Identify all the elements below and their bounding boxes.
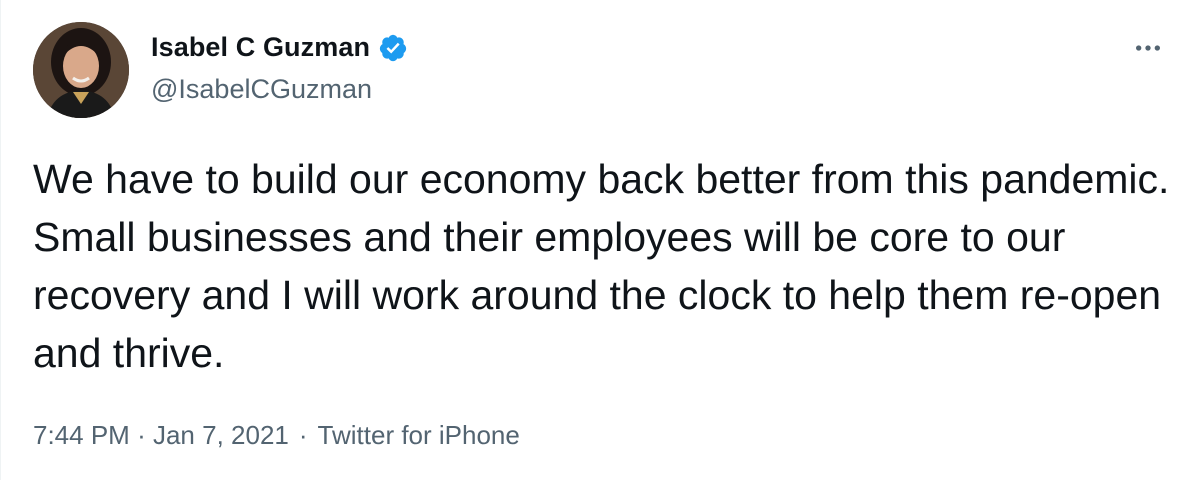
verified-badge-icon [378, 33, 408, 63]
tweet-metadata: 7:44 PM · Jan 7, 2021 · Twitter for iPho… [33, 420, 520, 451]
avatar-image [33, 22, 129, 118]
author-name-row: Isabel C Guzman [151, 32, 408, 63]
avatar[interactable] [33, 22, 129, 118]
tweet-time: 7:44 PM [33, 420, 130, 450]
tweet-date: Jan 7, 2021 [152, 420, 289, 450]
author-handle[interactable]: @IsabelCGuzman [151, 74, 372, 105]
separator-dot: · [298, 420, 308, 450]
separator-dot: · [137, 420, 146, 450]
tweet-text: We have to build our economy back better… [33, 156, 1170, 376]
more-options-icon[interactable] [1128, 28, 1168, 68]
tweet-timestamp-link[interactable]: 7:44 PM · Jan 7, 2021 [33, 420, 289, 451]
tweet-source-link[interactable]: Twitter for iPhone [318, 420, 520, 451]
author-display-name[interactable]: Isabel C Guzman [151, 32, 370, 63]
tweet-card: Isabel C Guzman @IsabelCGuzman We have t… [0, 0, 1194, 480]
